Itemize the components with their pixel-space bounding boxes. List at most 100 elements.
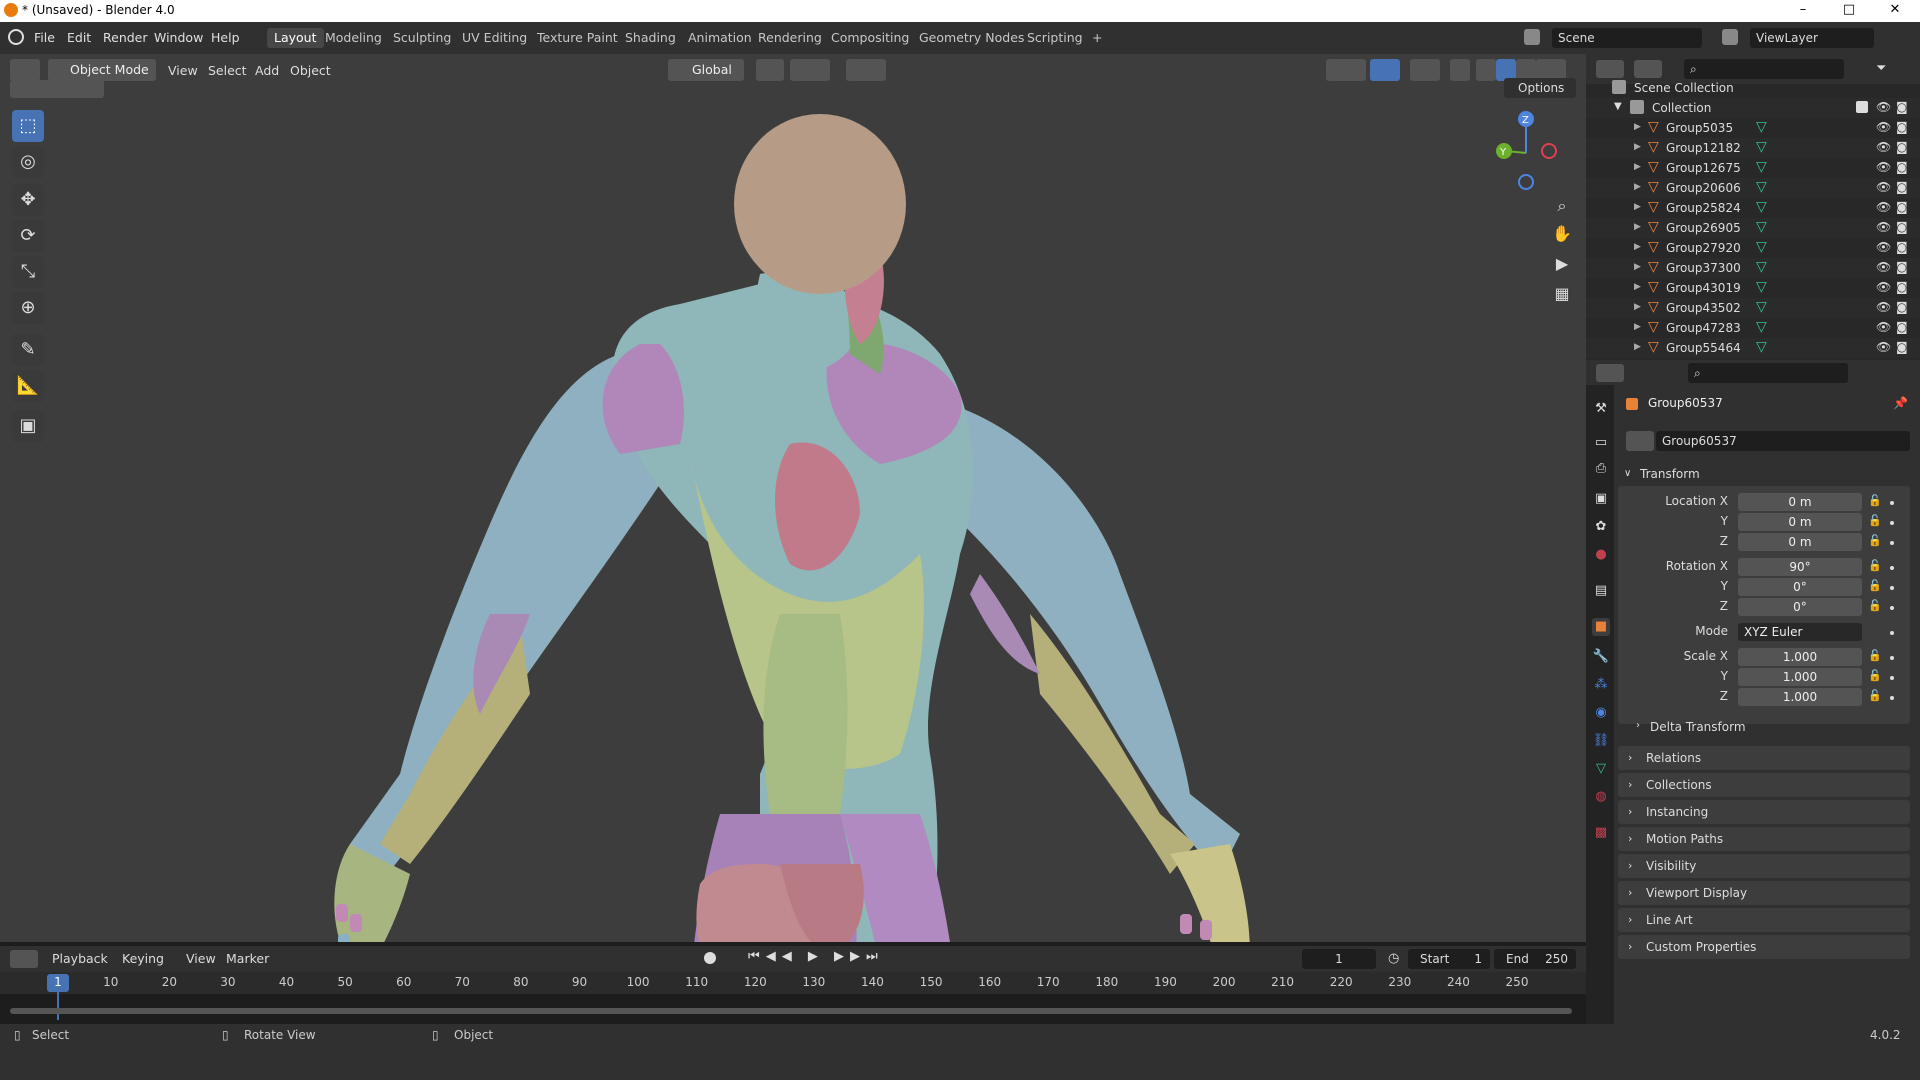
eye-icon[interactable]: 👁: [1876, 180, 1891, 194]
camera-icon[interactable]: ◙: [1896, 220, 1908, 234]
outliner-object-row[interactable]: ▶ ▽ Group43019 ▽ 👁 ◙: [1586, 278, 1920, 298]
keyframe-dot[interactable]: [1890, 606, 1894, 610]
visibility-icon[interactable]: [1326, 59, 1366, 81]
xray-icon[interactable]: [1450, 59, 1470, 81]
view-layer-icon[interactable]: [1722, 29, 1738, 45]
tab-texture-paint[interactable]: Texture Paint: [530, 28, 625, 48]
mesh-data-icon[interactable]: ▽: [1756, 159, 1767, 175]
object-tab-icon[interactable]: ■: [1592, 618, 1610, 636]
tab-layout[interactable]: Layout: [267, 28, 324, 48]
view-layer-selector[interactable]: ViewLayer: [1750, 28, 1874, 48]
transform-panel-header[interactable]: ∨ Transform: [1618, 462, 1910, 486]
scene-icon[interactable]: [1524, 29, 1540, 45]
lock-icon[interactable]: 🔓: [1868, 494, 1882, 507]
outliner-object-row[interactable]: ▶ ▽ Group27920 ▽ 👁 ◙: [1586, 238, 1920, 258]
object-mode-dropdown[interactable]: Object Mode: [48, 59, 156, 81]
proportional-edit-icon[interactable]: [846, 59, 886, 81]
world-tab-icon[interactable]: ●: [1592, 546, 1610, 564]
mesh-data-icon[interactable]: ▽: [1756, 139, 1767, 155]
scene-selector[interactable]: Scene: [1552, 28, 1702, 48]
expand-arrow-icon[interactable]: ▶: [1634, 222, 1641, 232]
add-cube-tool[interactable]: ▣: [12, 410, 44, 442]
pivot-point-icon[interactable]: [756, 59, 784, 81]
location-x-field[interactable]: 0 m: [1738, 493, 1862, 511]
outliner-object-row[interactable]: ▶ ▽ Group47283 ▽ 👁 ◙: [1586, 318, 1920, 338]
scale-x-field[interactable]: 1.000: [1738, 648, 1862, 666]
blender-menu-icon[interactable]: [8, 29, 24, 45]
tab-rendering[interactable]: Rendering: [751, 28, 829, 48]
mesh-data-icon[interactable]: ▽: [1756, 119, 1767, 135]
outliner-scene-collection[interactable]: Scene Collection: [1586, 78, 1920, 98]
rotation-x-field[interactable]: 90°: [1738, 558, 1862, 576]
expand-arrow-icon[interactable]: ▶: [1634, 202, 1641, 212]
outliner-object-row[interactable]: ▶ ▽ Group5035 ▽ 👁 ◙: [1586, 118, 1920, 138]
eye-icon[interactable]: 👁: [1876, 160, 1891, 174]
mesh-data-icon[interactable]: ▽: [1756, 179, 1767, 195]
menu-select[interactable]: Select: [208, 60, 247, 82]
eye-icon[interactable]: 👁: [1876, 240, 1891, 254]
keyframe-dot[interactable]: [1890, 501, 1894, 505]
expand-arrow-icon[interactable]: ▶: [1634, 122, 1641, 132]
tool-tab-icon[interactable]: ⚒: [1592, 400, 1610, 418]
eye-icon[interactable]: 👁: [1876, 120, 1891, 134]
tab-sculpting[interactable]: Sculpting: [386, 28, 458, 48]
scale-tool[interactable]: ⤡: [12, 256, 44, 288]
menu-help[interactable]: Help: [211, 30, 240, 45]
delta-transform-subpanel[interactable]: › Delta Transform: [1636, 718, 1898, 738]
expand-arrow-icon[interactable]: ▶: [1634, 302, 1641, 312]
editor-type-icon[interactable]: [10, 59, 40, 81]
object-browse-icon[interactable]: [1626, 431, 1654, 451]
filter-icon[interactable]: ⏷: [1876, 61, 1886, 76]
camera-icon[interactable]: ◙: [1896, 120, 1908, 134]
expand-arrow-icon[interactable]: ▶: [1634, 262, 1641, 272]
panel-custom-properties[interactable]: › Custom Properties: [1618, 935, 1910, 959]
mesh-data-icon[interactable]: ▽: [1756, 219, 1767, 235]
outliner-object-row[interactable]: ▶ ▽ Group25824 ▽ 👁 ◙: [1586, 198, 1920, 218]
menu-render[interactable]: Render: [103, 30, 148, 45]
timeline-view-menu[interactable]: View: [186, 948, 216, 970]
eye-icon[interactable]: 👁: [1876, 320, 1891, 334]
pan-hand-icon[interactable]: ✋: [1550, 222, 1574, 246]
tab-compositing[interactable]: Compositing: [824, 28, 916, 48]
start-frame-field[interactable]: Start 1: [1408, 949, 1490, 969]
options-button[interactable]: Options: [1504, 78, 1576, 98]
gizmo-toggle-icon[interactable]: [1370, 59, 1400, 81]
eye-icon[interactable]: 👁: [1876, 200, 1891, 214]
keyframe-dot[interactable]: [1890, 541, 1894, 545]
camera-view-icon[interactable]: ▶: [1550, 252, 1574, 276]
gizmo-neg-z-axis[interactable]: [1518, 174, 1534, 190]
transform-orientation-dropdown[interactable]: Global: [668, 59, 744, 81]
rotate-tool[interactable]: ⟳: [12, 220, 44, 252]
menu-edit[interactable]: Edit: [67, 30, 91, 45]
pin-icon[interactable]: 📌: [1893, 396, 1908, 410]
outliner-editor-type-icon[interactable]: [1596, 60, 1624, 78]
3d-viewport[interactable]: [0, 54, 1586, 942]
keyframe-dot[interactable]: [1890, 586, 1894, 590]
scale-y-field[interactable]: 1.000: [1738, 668, 1862, 686]
eye-icon[interactable]: 👁: [1876, 260, 1891, 274]
panel-line-art[interactable]: › Line Art: [1618, 908, 1910, 932]
snap-icon[interactable]: [790, 59, 830, 81]
texture-tab-icon[interactable]: ▩: [1592, 824, 1610, 842]
keyframe-dot[interactable]: [1890, 696, 1894, 700]
timeline-keying-menu[interactable]: Keying: [122, 948, 164, 970]
lock-icon[interactable]: 🔓: [1868, 579, 1882, 592]
measure-tool[interactable]: 📐: [12, 370, 44, 402]
lock-icon[interactable]: 🔓: [1868, 514, 1882, 527]
lock-icon[interactable]: 🔓: [1868, 559, 1882, 572]
expand-arrow-icon[interactable]: ▶: [1634, 162, 1641, 172]
outliner-search-input[interactable]: ⌕: [1684, 59, 1844, 79]
lock-icon[interactable]: 🔓: [1868, 599, 1882, 612]
panel-relations[interactable]: › Relations: [1618, 746, 1910, 770]
collapse-arrow-icon[interactable]: ▼: [1614, 101, 1622, 112]
outliner-object-row[interactable]: ▶ ▽ Group20606 ▽ 👁 ◙: [1586, 178, 1920, 198]
end-frame-field[interactable]: End 250: [1494, 949, 1576, 969]
menu-object[interactable]: Object: [290, 60, 331, 82]
add-workspace-button[interactable]: +: [1085, 28, 1109, 48]
close-button[interactable]: ✕: [1872, 0, 1918, 22]
location-z-field[interactable]: 0 m: [1738, 533, 1862, 551]
expand-arrow-icon[interactable]: ▶: [1634, 342, 1641, 352]
timeline-playback-menu[interactable]: Playback: [52, 948, 108, 970]
menu-file[interactable]: File: [34, 30, 55, 45]
lock-icon[interactable]: 🔓: [1868, 689, 1882, 702]
